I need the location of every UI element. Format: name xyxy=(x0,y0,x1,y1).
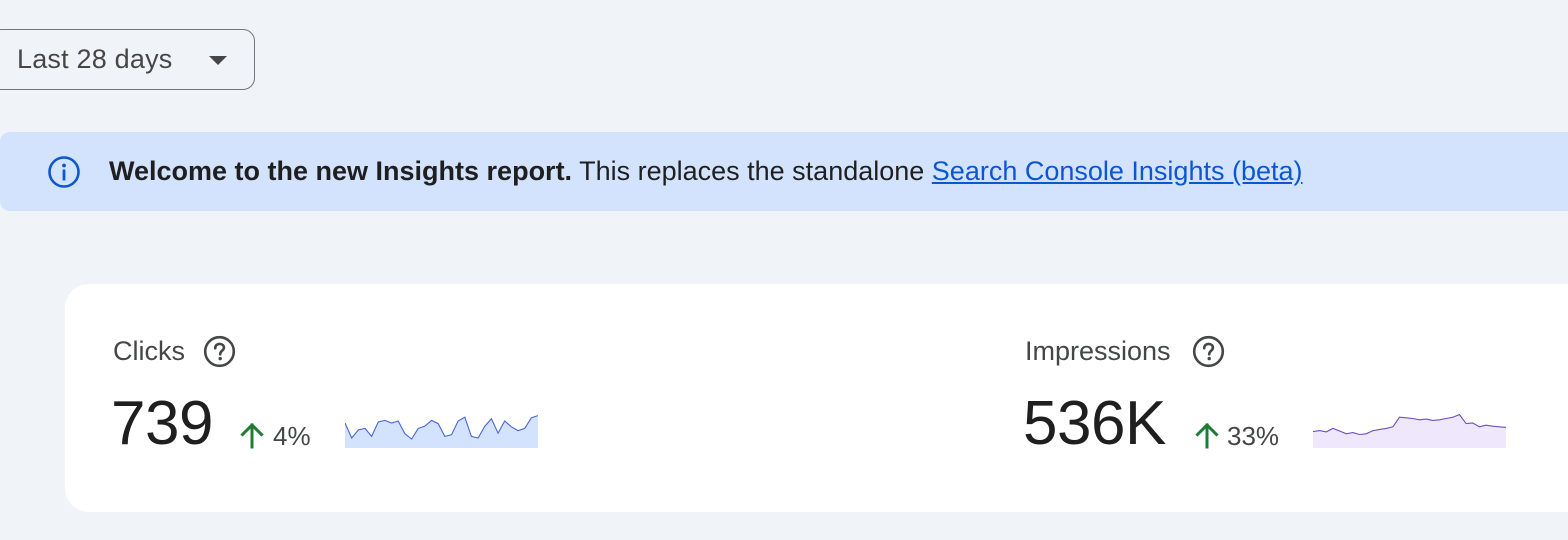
welcome-banner: Welcome to the new Insights report. This… xyxy=(0,132,1568,211)
metric-value: 536K xyxy=(1023,389,1166,458)
impressions-sparkline xyxy=(1313,413,1506,448)
search-console-insights-link[interactable]: Search Console Insights (beta) xyxy=(932,156,1303,186)
clicks-sparkline xyxy=(345,415,538,448)
banner-body-text: This replaces the standalone xyxy=(572,156,932,186)
banner-text: Welcome to the new Insights report. This… xyxy=(109,156,1303,187)
metrics-card: Clicks 739 4% Impressions 536K 33% xyxy=(65,284,1568,512)
metric-change: 4% xyxy=(273,421,311,451)
metric-title: Impressions xyxy=(1025,336,1171,366)
banner-bold-text: Welcome to the new Insights report. xyxy=(109,156,573,186)
arrow-up-icon xyxy=(240,422,264,449)
arrow-up-icon xyxy=(1195,422,1219,449)
chevron-down-icon xyxy=(209,56,227,65)
metric-change: 33% xyxy=(1227,421,1280,451)
date-range-label: Last 28 days xyxy=(17,44,173,74)
help-icon[interactable] xyxy=(1192,335,1225,368)
info-icon xyxy=(48,156,80,188)
metric-title: Clicks xyxy=(113,336,185,366)
sparkline-area xyxy=(1313,414,1506,448)
insights-page: Last 28 days Welcome to the new Insights… xyxy=(0,0,1568,540)
help-icon[interactable] xyxy=(203,335,236,368)
metric-value: 739 xyxy=(111,389,213,458)
date-range-dropdown[interactable]: Last 28 days xyxy=(0,29,255,90)
